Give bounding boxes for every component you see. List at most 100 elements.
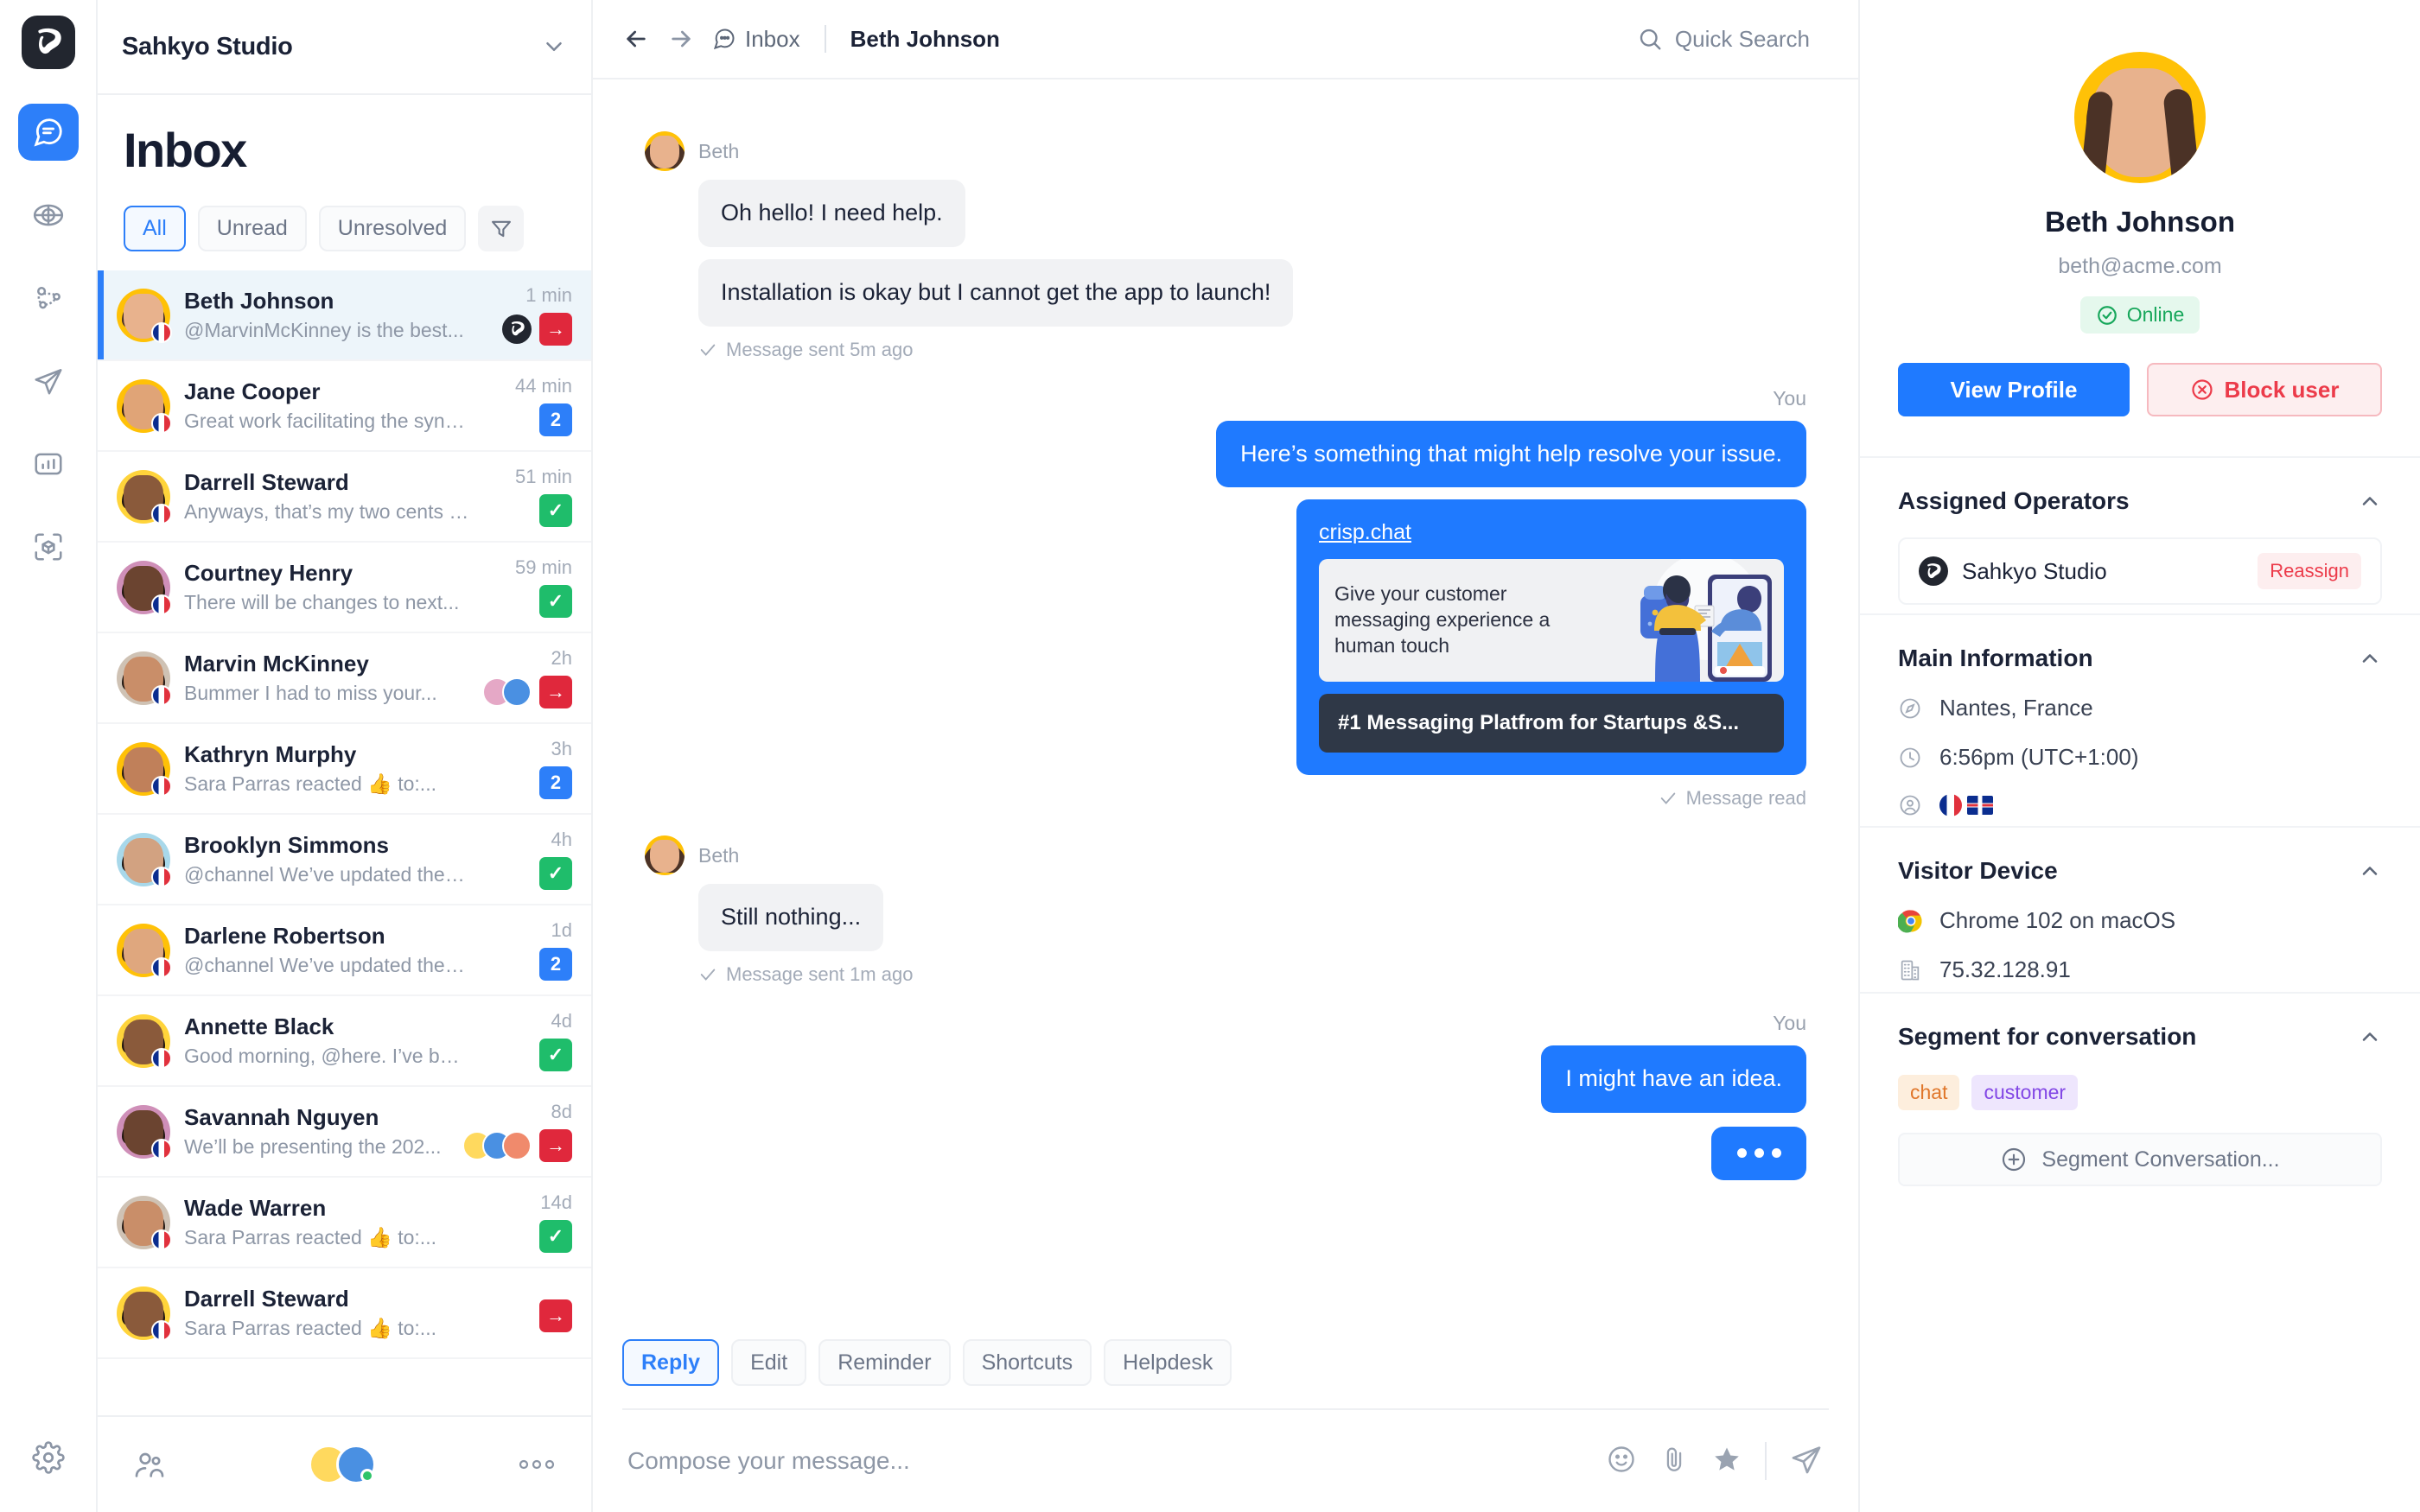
- arrow-right-icon[interactable]: [667, 25, 695, 53]
- crisp-logo-icon[interactable]: [21, 16, 75, 69]
- conversation-list[interactable]: Beth Johnson @MarvinMcKinney is the best.…: [98, 270, 591, 1415]
- gear-icon[interactable]: [18, 1429, 79, 1486]
- compose-row[interactable]: Compose your message...: [622, 1408, 1829, 1512]
- compose-input[interactable]: Compose your message...: [627, 1447, 1587, 1475]
- chevron-up-icon[interactable]: [2358, 1025, 2382, 1049]
- segment-conversation-label: Segment Conversation...: [2041, 1147, 2280, 1172]
- segment-conversation-button[interactable]: Segment Conversation...: [1898, 1133, 2382, 1186]
- conversation-list-item[interactable]: Jane Cooper Great work facilitating the s…: [98, 361, 591, 452]
- status-badge[interactable]: ✓: [539, 857, 572, 890]
- conversation-list-item[interactable]: Brooklyn Simmons @channel We’ve updated t…: [98, 815, 591, 905]
- search-input[interactable]: Quick Search: [1637, 26, 1829, 53]
- section-visitor-device: Visitor Device Chrome 102 on macOS 75.32…: [1860, 826, 2420, 992]
- presence-avatars[interactable]: [167, 1445, 517, 1484]
- conversation-time: 51 min: [514, 466, 572, 487]
- section-header[interactable]: Visitor Device: [1898, 857, 2382, 885]
- view-profile-button[interactable]: View Profile: [1898, 363, 2130, 416]
- status-badge[interactable]: →: [539, 676, 572, 708]
- status-badge[interactable]: ✓: [539, 494, 572, 527]
- status-badge[interactable]: →: [539, 1299, 572, 1332]
- conversation-list-item[interactable]: Annette Black Good morning, @here. I’ve b…: [98, 996, 591, 1087]
- profile-header: Beth Johnson beth@acme.com Online View P…: [1860, 0, 2420, 458]
- receipt-text: Message sent 1m ago: [726, 963, 914, 985]
- status-badge[interactable]: 2: [539, 403, 572, 436]
- conversation-list-item[interactable]: Kathryn Murphy Sara Parras reacted 👍 to:.…: [98, 724, 591, 815]
- sidebar-item-plugins[interactable]: [18, 518, 79, 575]
- star-icon[interactable]: [1711, 1444, 1742, 1479]
- conversation-name: Darrell Steward: [184, 1285, 349, 1312]
- conversation-status: 3h 2: [539, 738, 572, 799]
- sidebar-item-inbox[interactable]: [17, 104, 79, 161]
- flag-france-icon: [151, 1047, 172, 1069]
- avatar: [117, 1195, 172, 1250]
- section-header[interactable]: Segment for conversation: [1898, 1023, 2382, 1051]
- status-badge[interactable]: ✓: [539, 1220, 572, 1253]
- participant-avatars: [462, 1131, 532, 1160]
- conversation-list-item[interactable]: Darrell Steward Anyways, that’s my two ce…: [98, 452, 591, 543]
- chevron-up-icon[interactable]: [2358, 859, 2382, 883]
- status-badge[interactable]: ✓: [539, 585, 572, 618]
- conversation-list-item[interactable]: Darrell Steward Sara Parras reacted 👍 to:…: [98, 1268, 591, 1359]
- card-link[interactable]: crisp.chat: [1319, 520, 1411, 545]
- segment-tag-customer[interactable]: customer: [1971, 1075, 2079, 1110]
- message-bubble: Here’s something that might help resolve…: [1216, 420, 1806, 488]
- chevron-up-icon[interactable]: [2358, 646, 2382, 670]
- conversation-list-item[interactable]: Darlene Robertson @channel We’ve updated …: [98, 905, 591, 996]
- avatar: [117, 832, 172, 887]
- chevron-up-icon[interactable]: [2358, 489, 2382, 513]
- section-header[interactable]: Main Information: [1898, 645, 2382, 672]
- breadcrumb-inbox[interactable]: Inbox: [712, 26, 800, 53]
- status-badge[interactable]: 2: [539, 948, 572, 981]
- composer-tab-reply[interactable]: Reply: [622, 1339, 720, 1386]
- composer-tab-reminder[interactable]: Reminder: [818, 1339, 951, 1386]
- conversation-preview: Sara Parras reacted 👍 to:...: [184, 772, 436, 796]
- sidebar-item-analytics[interactable]: [18, 435, 79, 492]
- status-badge[interactable]: →: [539, 1129, 572, 1162]
- block-user-label: Block user: [2224, 376, 2340, 403]
- conversation-preview: Bummer I had to miss your...: [184, 682, 437, 705]
- conversation-list-item[interactable]: Wade Warren Sara Parras reacted 👍 to:... 1…: [98, 1178, 591, 1268]
- profile-email: beth@acme.com: [2058, 254, 2222, 278]
- funnel-icon[interactable]: [478, 206, 525, 251]
- operator-card[interactable]: Sahkyo Studio Reassign: [1898, 537, 2382, 605]
- conversation-list-item[interactable]: Beth Johnson @MarvinMcKinney is the best.…: [98, 270, 591, 361]
- paperclip-icon[interactable]: [1659, 1445, 1689, 1478]
- composer-tab-shortcuts[interactable]: Shortcuts: [962, 1339, 1092, 1386]
- composer-tab-helpdesk[interactable]: Helpdesk: [1104, 1339, 1232, 1386]
- search-icon: [1640, 29, 1661, 50]
- sidebar-item-contacts[interactable]: [18, 270, 79, 327]
- filter-chip-unread[interactable]: Unread: [197, 206, 307, 251]
- check-icon: [1660, 792, 1675, 805]
- flag-france-icon: [151, 775, 172, 797]
- conversation-meta: →: [462, 1129, 572, 1162]
- flag-france-icon: [151, 1319, 172, 1341]
- message-bubbles: Still nothing...: [698, 884, 1806, 951]
- send-icon[interactable]: [1789, 1442, 1824, 1481]
- composer-tab-edit[interactable]: Edit: [731, 1339, 807, 1386]
- sidebar-item-visitors[interactable]: [18, 187, 79, 244]
- workspace-switcher[interactable]: Sahkyo Studio: [98, 0, 591, 95]
- block-user-button[interactable]: Block user: [2147, 363, 2382, 416]
- reassign-button[interactable]: Reassign: [2258, 553, 2361, 589]
- conversation-meta: →: [539, 1299, 572, 1332]
- chevron-down-icon[interactable]: [541, 34, 567, 60]
- conversation-list-item[interactable]: Marvin McKinney Bummer I had to miss your…: [98, 633, 591, 724]
- segment-tag-chat[interactable]: chat: [1898, 1075, 1960, 1110]
- arrow-left-icon[interactable]: [622, 25, 650, 53]
- avatar: [645, 835, 685, 876]
- section-header[interactable]: Assigned Operators: [1898, 487, 2382, 515]
- conversation-list-item[interactable]: Courtney Henry There will be changes to n…: [98, 543, 591, 633]
- status-badge[interactable]: 2: [539, 766, 572, 799]
- people-icon[interactable]: [132, 1447, 167, 1482]
- filter-chip-all[interactable]: All: [124, 206, 186, 251]
- status-badge[interactable]: →: [539, 313, 572, 346]
- conversation-list-item[interactable]: Savannah Nguyen We’ll be presenting the 2…: [98, 1087, 591, 1178]
- sidebar-item-campaigns[interactable]: [18, 353, 79, 410]
- more-dots-icon[interactable]: [517, 1457, 557, 1472]
- link-preview-card[interactable]: crisp.chat Give your customer messaging e…: [1296, 499, 1806, 776]
- participant-avatars: [482, 677, 532, 707]
- filter-chip-unresolved[interactable]: Unresolved: [318, 206, 467, 251]
- emoji-icon[interactable]: [1606, 1444, 1637, 1479]
- section-title: Segment for conversation: [1898, 1023, 2197, 1050]
- status-badge[interactable]: ✓: [539, 1039, 572, 1071]
